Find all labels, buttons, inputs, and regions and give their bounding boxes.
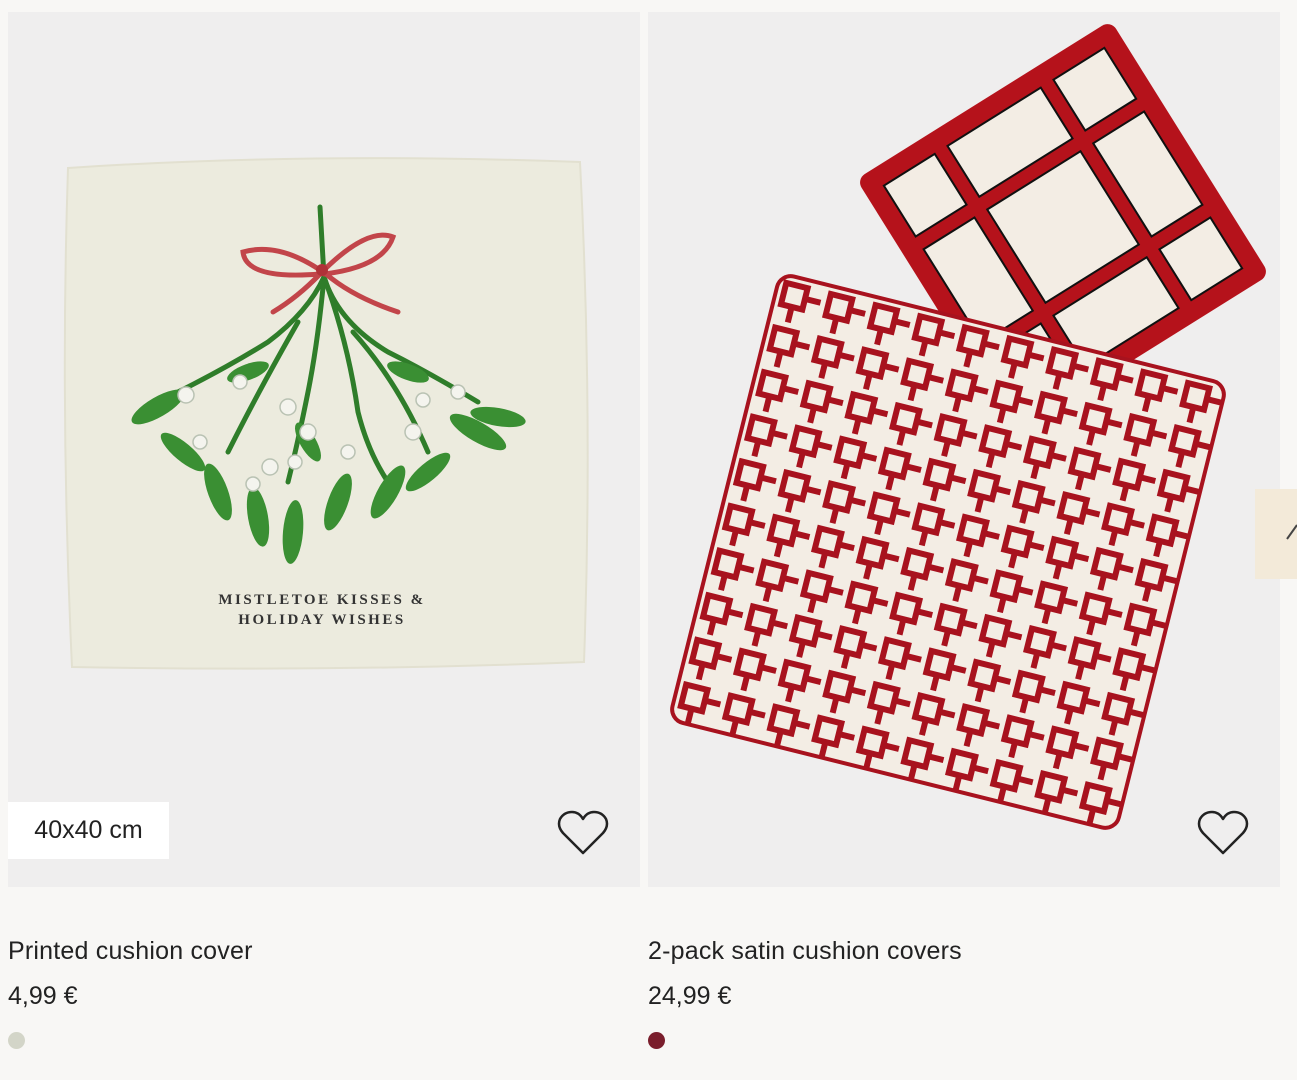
carousel-next-button[interactable] xyxy=(1255,489,1297,579)
color-swatch[interactable] xyxy=(8,1032,25,1049)
red-geometric-cushions-illustration xyxy=(670,24,1266,830)
favorite-button[interactable] xyxy=(1196,807,1250,859)
product-title[interactable]: Printed cushion cover xyxy=(8,937,253,966)
product-image-mistletoe-cushion[interactable]: MISTLETOE KISSES & HOLIDAY WISHES 40x40 … xyxy=(8,12,640,887)
product-price: 4,99 € xyxy=(8,982,78,1010)
heart-outline-icon xyxy=(557,810,609,855)
product-card-printed-cushion-cover[interactable]: MISTLETOE KISSES & HOLIDAY WISHES 40x40 … xyxy=(8,12,640,1049)
mistletoe-cushion-illustration: MISTLETOE KISSES & HOLIDAY WISHES xyxy=(63,157,589,670)
color-swatch[interactable] xyxy=(648,1032,665,1049)
product-image-red-geometric-cushions[interactable] xyxy=(648,12,1280,887)
cushion-print-text-line1: MISTLETOE KISSES & xyxy=(218,592,425,608)
arrow-right-icon xyxy=(1286,524,1297,540)
product-title[interactable]: 2-pack satin cushion covers xyxy=(648,937,962,966)
size-badge: 40x40 cm xyxy=(8,802,169,859)
product-price: 24,99 € xyxy=(648,982,732,1010)
heart-outline-icon xyxy=(1197,810,1249,855)
favorite-button[interactable] xyxy=(556,807,610,859)
cushion-print-text-line2: HOLIDAY WISHES xyxy=(238,612,405,628)
product-card-satin-cushion-covers[interactable]: 2-pack satin cushion covers 24,99 € xyxy=(648,12,1280,1049)
